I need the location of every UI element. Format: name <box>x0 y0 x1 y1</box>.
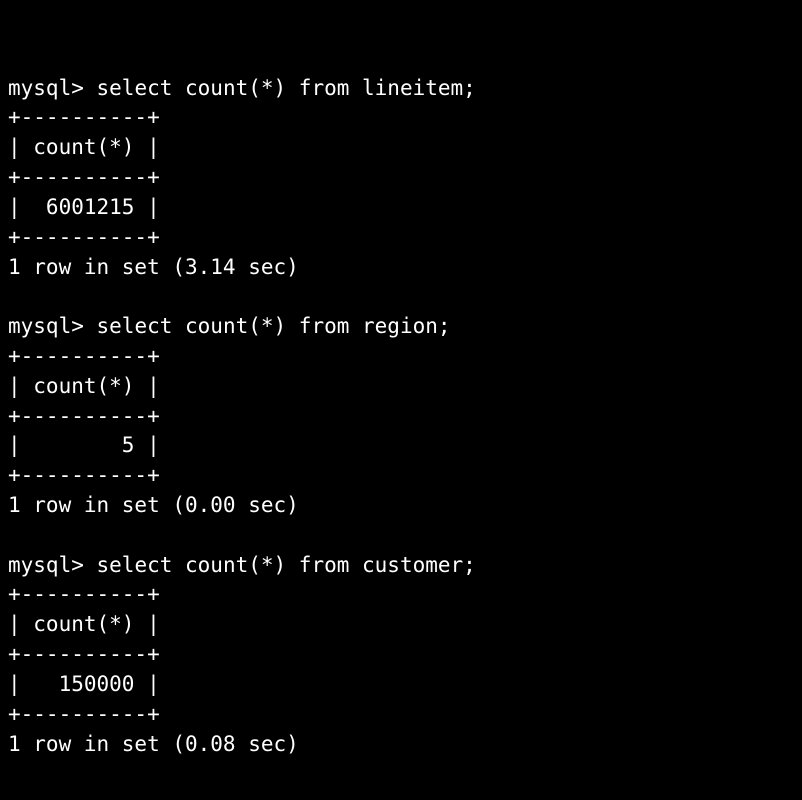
sql-command: select count(*) from customer; <box>97 553 476 577</box>
table-header: | count(*) | <box>8 612 160 636</box>
table-border: +----------+ <box>8 642 160 666</box>
table-border: +----------+ <box>8 344 160 368</box>
table-border: +----------+ <box>8 404 160 428</box>
table-border: +----------+ <box>8 582 160 606</box>
mysql-prompt: mysql> <box>8 76 84 100</box>
terminal-output[interactable]: mysql> select count(*) from lineitem; +-… <box>8 76 476 756</box>
query-status: 1 row in set (0.08 sec) <box>8 732 299 756</box>
sql-command: select count(*) from region; <box>97 314 451 338</box>
table-row: | 6001215 | <box>8 195 160 219</box>
mysql-prompt: mysql> <box>8 553 84 577</box>
table-border: +----------+ <box>8 702 160 726</box>
mysql-prompt: mysql> <box>8 314 84 338</box>
table-border: +----------+ <box>8 165 160 189</box>
table-row: | 5 | <box>8 433 160 457</box>
table-header: | count(*) | <box>8 374 160 398</box>
query-status: 1 row in set (3.14 sec) <box>8 255 299 279</box>
table-row: | 150000 | <box>8 672 160 696</box>
table-border: +----------+ <box>8 225 160 249</box>
table-border: +----------+ <box>8 463 160 487</box>
query-status: 1 row in set (0.00 sec) <box>8 493 299 517</box>
table-header: | count(*) | <box>8 135 160 159</box>
table-border: +----------+ <box>8 105 160 129</box>
sql-command: select count(*) from lineitem; <box>97 76 476 100</box>
